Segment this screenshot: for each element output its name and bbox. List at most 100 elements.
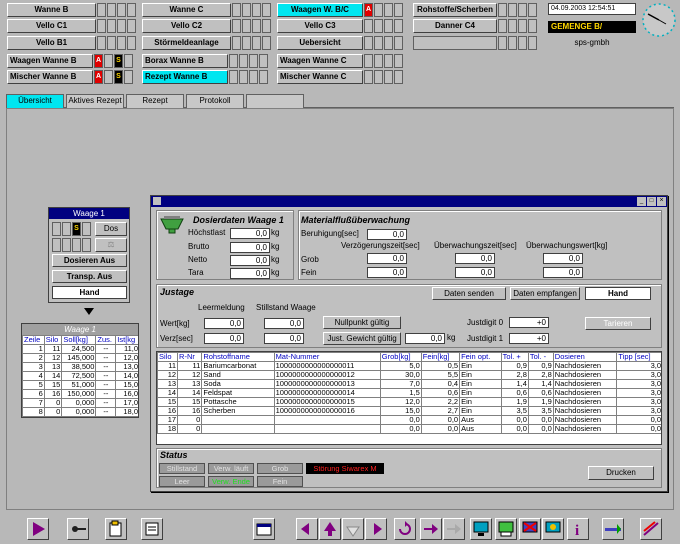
table-row[interactable]: 12 12 Sand 1000000000000000012 30,0 5,5 Ein 2,8…: [157, 370, 661, 380]
table-cell[interactable]: Ein: [459, 406, 502, 416]
table-cell[interactable]: 0,6: [500, 388, 529, 398]
save-icon[interactable]: [141, 518, 163, 540]
table-cell[interactable]: 1,4: [500, 379, 529, 389]
minimize-icon[interactable]: _: [637, 197, 646, 206]
monitor-error-icon[interactable]: [519, 518, 541, 540]
nav-stoermeldeanlage[interactable]: Störmeldeanlage: [142, 36, 231, 50]
table-cell[interactable]: 3,0: [616, 406, 661, 416]
table-cell[interactable]: 11: [177, 361, 203, 371]
nav-rohstoffe[interactable]: Rohstoffe/Scherben: [413, 3, 497, 17]
table-cell[interactable]: 14: [157, 388, 179, 398]
table-cell[interactable]: 3,5: [527, 406, 554, 416]
table-row[interactable]: 18 0 0,0 0,0 Aus 0,0 0,0 Nachdosieren 0,0: [157, 424, 661, 434]
forward-icon[interactable]: [420, 518, 442, 540]
transp-aus-button[interactable]: Transp. Aus: [52, 270, 127, 283]
table-cell[interactable]: [201, 424, 275, 434]
table-cell[interactable]: 2,8: [527, 370, 554, 380]
monitor-print-icon[interactable]: [495, 518, 517, 540]
table-cell[interactable]: Nachdosieren: [552, 370, 618, 380]
table-row[interactable]: 13 13 Soda 1000000000000000013 7,0 0,4 Ein 1,4 1…: [157, 379, 661, 389]
table-cell[interactable]: 0,9: [500, 361, 529, 371]
table-cell[interactable]: 0,0: [500, 424, 529, 434]
table-cell[interactable]: 5,5: [420, 370, 461, 380]
table-cell[interactable]: Nachdosieren: [552, 388, 618, 398]
table-cell[interactable]: Nachdosieren: [552, 379, 618, 389]
table-cell[interactable]: 2,7: [420, 406, 461, 416]
table-row[interactable]: 11 11 Bariumcarbonat 1000000000000000011 5,0…: [157, 361, 661, 371]
table-cell[interactable]: Nachdosieren: [552, 406, 618, 416]
table-row[interactable]: 3 13 38,500 -- 13,0: [22, 362, 138, 372]
leer-verz-value[interactable]: 0,0: [204, 333, 244, 344]
nav-vello-c3[interactable]: Vello C3: [277, 19, 363, 33]
table-cell[interactable]: 16: [177, 406, 203, 416]
justdigit0-value[interactable]: +0: [509, 317, 549, 328]
nav-mischer-wanne-b[interactable]: Mischer Wanne B: [7, 70, 93, 84]
tarieren-button[interactable]: Tarieren: [585, 317, 651, 330]
table-row[interactable]: 5 15 51,000 -- 15,0: [22, 380, 138, 390]
table-cell[interactable]: 0,6: [420, 388, 461, 398]
table-cell[interactable]: Nachdosieren: [552, 361, 618, 371]
dos-button[interactable]: Dos: [95, 222, 127, 236]
drucken-button[interactable]: Drucken: [588, 466, 654, 480]
nullpunkt-button[interactable]: Nullpunkt gültig: [323, 316, 401, 329]
table-cell[interactable]: 0,0: [379, 415, 422, 425]
table-cell[interactable]: 0,0: [616, 415, 661, 425]
tools-icon[interactable]: [602, 518, 624, 540]
table-cell[interactable]: [273, 424, 381, 434]
daten-empfangen-button[interactable]: Daten empfangen: [510, 287, 580, 300]
nav-uebersicht[interactable]: Uebersicht: [277, 36, 363, 50]
table-cell[interactable]: 15: [157, 397, 179, 407]
table-cell[interactable]: Ein: [459, 379, 502, 389]
exit-icon[interactable]: [640, 518, 662, 540]
nav-borax-wanne-b[interactable]: Borax Wanne B: [142, 54, 228, 68]
table-cell[interactable]: 3,0: [616, 388, 661, 398]
maximize-icon[interactable]: □: [647, 197, 656, 206]
table-cell[interactable]: 0,0: [527, 424, 554, 434]
table-cell[interactable]: Bariumcarbonat: [201, 361, 275, 371]
table-cell[interactable]: 0: [177, 424, 203, 434]
table-cell[interactable]: Sand: [201, 370, 275, 380]
table-cell[interactable]: 0,0: [420, 415, 461, 425]
nav-waagen-wanne-c[interactable]: Waagen Wanne C: [277, 54, 363, 68]
nav-waagen-wanne-b[interactable]: Waagen Wanne B: [7, 54, 93, 68]
arrow-up-icon[interactable]: [319, 518, 341, 540]
table-cell[interactable]: Scherben: [201, 406, 275, 416]
dosieren-aus-button[interactable]: Dosieren Aus: [52, 254, 127, 267]
refresh-icon[interactable]: [394, 518, 416, 540]
nav-wanne-c[interactable]: Wanne C: [142, 3, 231, 17]
nav-rezept-wanne-b[interactable]: Rezept Wanne B: [142, 70, 228, 84]
info-icon[interactable]: i: [567, 518, 589, 540]
table-cell[interactable]: Soda: [201, 379, 275, 389]
table-cell[interactable]: 14: [177, 388, 203, 398]
table-cell[interactable]: 3,0: [616, 370, 661, 380]
table-cell[interactable]: 1,9: [527, 397, 554, 407]
table-cell[interactable]: 7,0: [379, 379, 422, 389]
nav-vello-c1[interactable]: Vello C1: [7, 19, 96, 33]
arrow-down-disabled-icon[interactable]: [342, 518, 364, 540]
table-cell[interactable]: 1,4: [527, 379, 554, 389]
table-cell[interactable]: 3,5: [500, 406, 529, 416]
table-cell[interactable]: 13: [157, 379, 179, 389]
table-cell[interactable]: 0,0: [420, 424, 461, 434]
key-icon[interactable]: [67, 518, 89, 540]
table-cell[interactable]: 0,4: [420, 379, 461, 389]
table-cell[interactable]: 16: [157, 406, 179, 416]
table-cell[interactable]: Nachdosieren: [552, 424, 618, 434]
table-cell[interactable]: Nachdosieren: [552, 415, 618, 425]
table-row[interactable]: 1 11 24,500 -- 11,0: [22, 344, 138, 354]
table-cell[interactable]: 0,5: [420, 361, 461, 371]
nav-vello-c2[interactable]: Vello C2: [142, 19, 231, 33]
forward-disabled-icon[interactable]: [443, 518, 465, 540]
nav-vello-b1[interactable]: Vello B1: [7, 36, 96, 50]
table-cell[interactable]: 18: [157, 424, 179, 434]
table-cell[interactable]: 3,0: [616, 379, 661, 389]
table-cell[interactable]: 1000000000000000012: [273, 370, 381, 380]
justdigit1-value[interactable]: +0: [509, 333, 549, 344]
just-gewicht-value[interactable]: 0,0: [405, 333, 445, 344]
table-cell[interactable]: 0,0: [379, 424, 422, 434]
nav-wanne-b[interactable]: Wanne B: [7, 3, 96, 17]
leer-wert-value[interactable]: 0,0: [204, 318, 244, 329]
play-icon[interactable]: [27, 518, 49, 540]
open-file-icon[interactable]: [105, 518, 127, 540]
table-cell[interactable]: 13: [177, 379, 203, 389]
